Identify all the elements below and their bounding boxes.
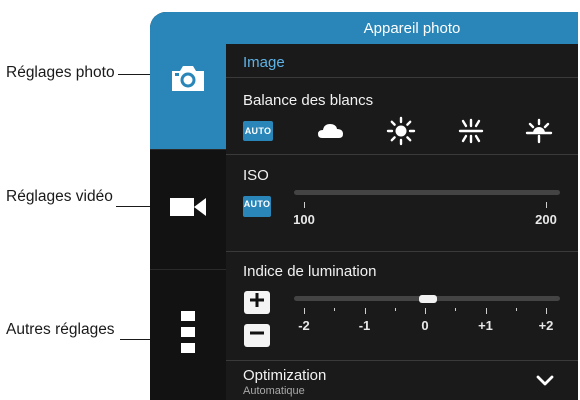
exposure-label: Indice de lumination [243, 263, 377, 280]
cloud-icon[interactable] [316, 116, 346, 146]
annotation-photo-settings: Réglages photo [6, 64, 115, 81]
exposure-tick-label: +2 [538, 318, 554, 333]
iso-max-label: 200 [535, 212, 557, 227]
exposure-tick-label: -1 [358, 318, 371, 333]
exposure-increase-button[interactable] [244, 291, 270, 314]
camera-icon [168, 62, 208, 99]
exposure-tick-major [304, 308, 305, 314]
sun-icon[interactable] [386, 116, 416, 146]
optimization-value: Automatique [243, 385, 305, 397]
minus-icon [250, 326, 264, 345]
white-balance-auto-button[interactable]: AUTO [243, 121, 273, 141]
tab-video-settings[interactable] [150, 149, 226, 269]
fluorescent-icon[interactable] [456, 116, 486, 146]
annotation-video-settings: Réglages vidéo [6, 188, 113, 205]
exposure-tick-minor [334, 308, 336, 311]
exposure-tick-minor [394, 308, 396, 311]
annotation-other-settings: Autres réglages [6, 321, 115, 338]
divider [226, 154, 578, 155]
exposure-slider-thumb[interactable] [419, 294, 437, 303]
tab-other-settings[interactable] [150, 269, 226, 400]
exposure-tick-major [425, 308, 426, 314]
divider [226, 77, 578, 78]
plus-icon [250, 293, 264, 312]
optimization-label: Optimization [243, 367, 327, 384]
exposure-tick-label: 0 [421, 318, 429, 333]
section-title-image: Image [243, 54, 285, 71]
white-balance-label: Balance des blancs [243, 92, 374, 109]
chevron-down-icon[interactable] [536, 374, 554, 393]
iso-tick-min [304, 202, 305, 208]
video-camera-icon [168, 193, 208, 226]
exposure-tick-minor [455, 308, 457, 311]
iso-min-label: 100 [293, 212, 315, 227]
iso-slider-track[interactable] [294, 190, 560, 195]
settings-panel: Appareil photo Image Balance des blancs … [226, 12, 578, 400]
exposure-tick-label: +1 [478, 318, 493, 333]
iso-label: ISO [243, 167, 269, 184]
tab-photo-settings[interactable] [150, 12, 226, 149]
exposure-tick-label: -2 [298, 318, 310, 333]
exposure-tick-minor [515, 308, 517, 311]
divider [226, 360, 578, 361]
exposure-tick-major [364, 308, 366, 314]
iso-auto-button[interactable]: AUTO [243, 196, 271, 217]
more-vertical-icon [181, 310, 195, 360]
divider [226, 251, 578, 252]
exposure-decrease-button[interactable] [244, 324, 270, 347]
panel-title: Appareil photo [226, 12, 578, 44]
camera-settings-screen: Appareil photo Image Balance des blancs … [150, 12, 578, 400]
iso-tick-max [546, 202, 547, 208]
exposure-tick-major [485, 308, 487, 314]
exposure-tick-major [546, 308, 547, 314]
incandescent-icon[interactable] [524, 116, 554, 146]
